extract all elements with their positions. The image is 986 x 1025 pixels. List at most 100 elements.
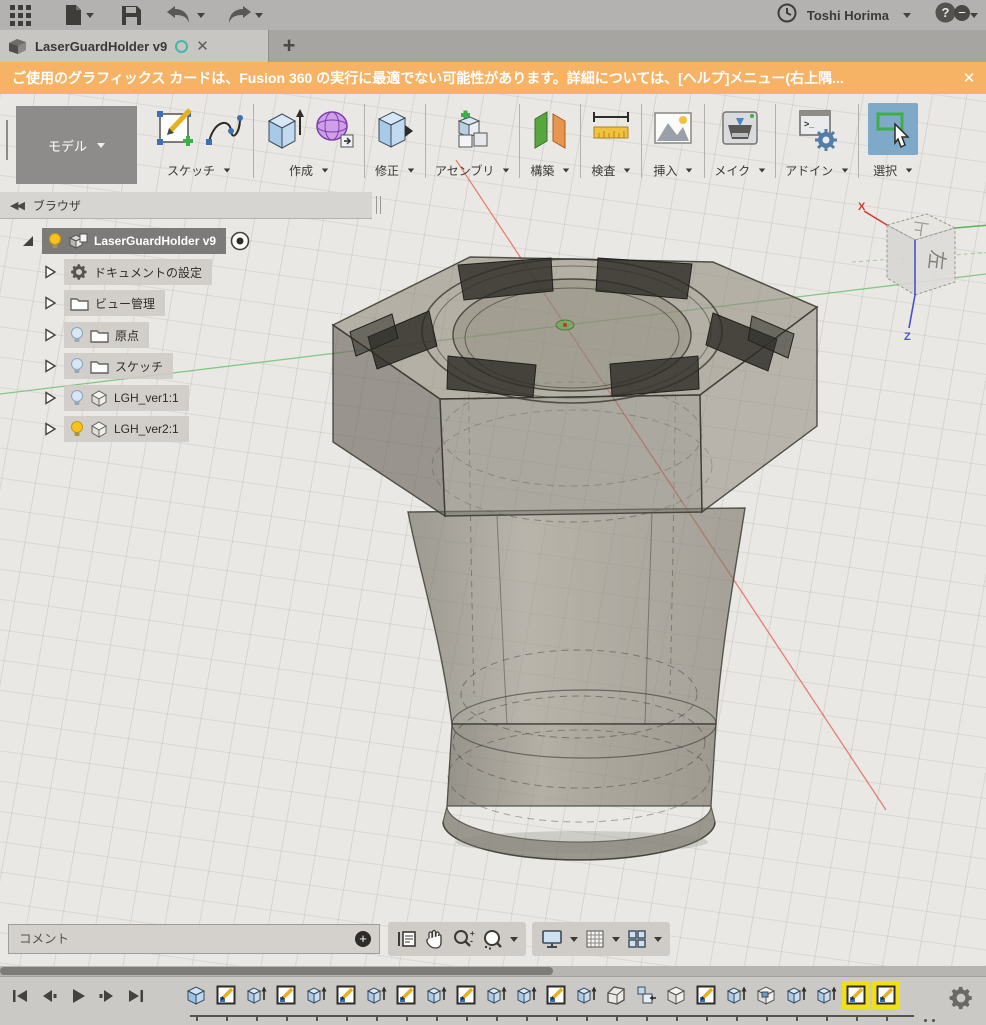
collapsed-arrow-icon[interactable] bbox=[42, 390, 58, 406]
remove-panel-icon[interactable]: − bbox=[954, 5, 970, 21]
active-tool-chip[interactable] bbox=[868, 103, 918, 155]
collapsed-arrow-icon[interactable] bbox=[42, 327, 58, 343]
new-tab-button[interactable]: + bbox=[269, 30, 309, 62]
timeline-feature-whitebox[interactable] bbox=[664, 983, 688, 1007]
job-status-clock-icon[interactable] bbox=[777, 3, 797, 28]
timeline-feature-extrude[interactable] bbox=[304, 983, 328, 1007]
panel-resize-grip[interactable] bbox=[376, 196, 381, 214]
file-menu-button[interactable] bbox=[65, 0, 94, 30]
timeline-feature-sketch[interactable] bbox=[214, 983, 238, 1007]
timeline-feature-extrude[interactable] bbox=[424, 983, 448, 1007]
toolbar-group-label[interactable]: 修正 bbox=[375, 162, 415, 179]
timeline-feature-sketch[interactable] bbox=[544, 983, 568, 1007]
tree-item-5[interactable]: LGH_ver1:1 bbox=[64, 385, 189, 411]
viewports-dropdown-icon[interactable] bbox=[654, 937, 662, 942]
save-button[interactable] bbox=[122, 0, 141, 30]
banner-close-icon[interactable]: ✕ bbox=[952, 69, 986, 87]
timeline-feature-joint[interactable] bbox=[634, 983, 658, 1007]
help-dropdown-icon[interactable] bbox=[970, 13, 978, 18]
toolbar-group-label[interactable]: スケッチ bbox=[167, 162, 231, 179]
toolbar-group-label[interactable]: 選択 bbox=[873, 162, 913, 179]
timeline-scrollbar-track[interactable] bbox=[0, 966, 986, 976]
sketch-tool-icon[interactable] bbox=[154, 106, 196, 152]
collapsed-arrow-icon[interactable] bbox=[42, 421, 58, 437]
visibility-bulb-icon[interactable] bbox=[48, 232, 62, 250]
play-button[interactable] bbox=[68, 986, 88, 1006]
fit-dropdown-icon[interactable] bbox=[510, 937, 518, 942]
undo-button[interactable] bbox=[167, 0, 205, 30]
apps-grid-icon[interactable] bbox=[10, 0, 31, 30]
grid-settings-icon[interactable] bbox=[584, 928, 606, 950]
view-cube[interactable]: 上 左 X Y Z bbox=[852, 200, 986, 342]
construct-tool-icon[interactable] bbox=[529, 105, 571, 153]
comments-list-icon[interactable] bbox=[396, 928, 418, 950]
fit-icon[interactable] bbox=[482, 928, 504, 950]
step-back-button[interactable] bbox=[39, 986, 59, 1006]
go-to-end-button[interactable] bbox=[126, 986, 146, 1006]
timeline-feature-sketch[interactable] bbox=[454, 983, 478, 1007]
model-body[interactable] bbox=[408, 508, 745, 724]
timeline-feature-chamfer[interactable] bbox=[604, 983, 628, 1007]
user-account-button[interactable]: Toshi Horima bbox=[807, 8, 889, 23]
grid-settings-dropdown-icon[interactable] bbox=[612, 937, 620, 942]
toolbar-group-label[interactable]: 構築 bbox=[530, 162, 570, 179]
timeline-feature-sketch[interactable] bbox=[694, 983, 718, 1007]
comment-add-icon[interactable]: + bbox=[355, 931, 371, 947]
timeline-feature-extrude[interactable] bbox=[784, 983, 808, 1007]
user-dropdown-icon[interactable] bbox=[903, 13, 911, 18]
timeline-feature-extrude[interactable] bbox=[574, 983, 598, 1007]
make-tool-icon[interactable] bbox=[718, 105, 762, 153]
timeline-feature-box[interactable] bbox=[184, 983, 208, 1007]
visibility-bulb-icon[interactable] bbox=[70, 420, 84, 438]
presspull-tool-icon[interactable] bbox=[374, 105, 416, 153]
timeline-feature-extrude[interactable] bbox=[364, 983, 388, 1007]
workspace-switcher[interactable]: モデル bbox=[16, 106, 137, 184]
assembly-tool-icon[interactable] bbox=[451, 105, 495, 153]
help-icon[interactable]: ? bbox=[935, 2, 956, 28]
viewports-icon[interactable] bbox=[626, 928, 648, 950]
form-tool-icon[interactable] bbox=[313, 105, 355, 153]
toolbar-group-label[interactable]: メイク bbox=[714, 162, 766, 179]
tree-item-1[interactable]: ドキュメントの設定 bbox=[64, 259, 212, 285]
comment-input[interactable] bbox=[9, 932, 355, 946]
tab-close-icon[interactable]: ✕ bbox=[196, 39, 209, 54]
timeline-feature-extrude[interactable] bbox=[484, 983, 508, 1007]
display-settings-dropdown-icon[interactable] bbox=[570, 937, 578, 942]
collapsed-arrow-icon[interactable] bbox=[42, 295, 58, 311]
redo-dropdown-icon[interactable] bbox=[255, 13, 263, 18]
timeline-feature-extrude[interactable] bbox=[514, 983, 538, 1007]
undo-dropdown-icon[interactable] bbox=[197, 13, 205, 18]
timeline-settings-gear-icon[interactable] bbox=[948, 985, 974, 1016]
toolbar-group-label[interactable]: 検査 bbox=[591, 162, 631, 179]
timeline-feature-sketch[interactable] bbox=[874, 983, 898, 1007]
tree-item-4[interactable]: スケッチ bbox=[64, 353, 173, 379]
visibility-bulb-icon[interactable] bbox=[70, 357, 84, 375]
timeline-feature-extrude[interactable] bbox=[244, 983, 268, 1007]
timeline-scrollbar-thumb[interactable] bbox=[0, 967, 553, 975]
toolbar-group-label[interactable]: 作成 bbox=[289, 162, 329, 179]
visibility-bulb-icon[interactable] bbox=[70, 389, 84, 407]
redo-button[interactable] bbox=[225, 0, 263, 30]
toolbar-group-label[interactable]: アセンブリ bbox=[435, 162, 510, 179]
display-settings-icon[interactable] bbox=[540, 928, 564, 950]
timeline-feature-sketch[interactable] bbox=[394, 983, 418, 1007]
extrude-tool-icon[interactable] bbox=[263, 105, 305, 153]
zoom-icon[interactable]: +- bbox=[452, 928, 476, 950]
timeline-ruler[interactable] bbox=[190, 1015, 914, 1017]
tree-item-6[interactable]: LGH_ver2:1 bbox=[64, 416, 189, 442]
addin-tool-icon[interactable]: >_ bbox=[794, 105, 840, 153]
toolbar-group-label[interactable]: 挿入 bbox=[653, 162, 693, 179]
timeline-feature-sketch[interactable] bbox=[274, 983, 298, 1007]
step-forward-button[interactable] bbox=[97, 986, 117, 1006]
toolbar-group-label[interactable]: アドイン bbox=[785, 162, 849, 179]
timeline-feature-sketch[interactable] bbox=[844, 983, 868, 1007]
collapsed-arrow-icon[interactable] bbox=[42, 358, 58, 374]
file-dropdown-icon[interactable] bbox=[86, 13, 94, 18]
pan-icon[interactable] bbox=[424, 928, 446, 950]
collapsed-arrow-icon[interactable] bbox=[42, 264, 58, 280]
document-tab[interactable]: LaserGuardHolder v9 ✕ bbox=[0, 30, 269, 62]
timeline-feature-extrude[interactable] bbox=[724, 983, 748, 1007]
timeline-feature-hole[interactable] bbox=[754, 983, 778, 1007]
visibility-bulb-icon[interactable] bbox=[70, 326, 84, 344]
select-tool-icon[interactable] bbox=[873, 107, 913, 151]
